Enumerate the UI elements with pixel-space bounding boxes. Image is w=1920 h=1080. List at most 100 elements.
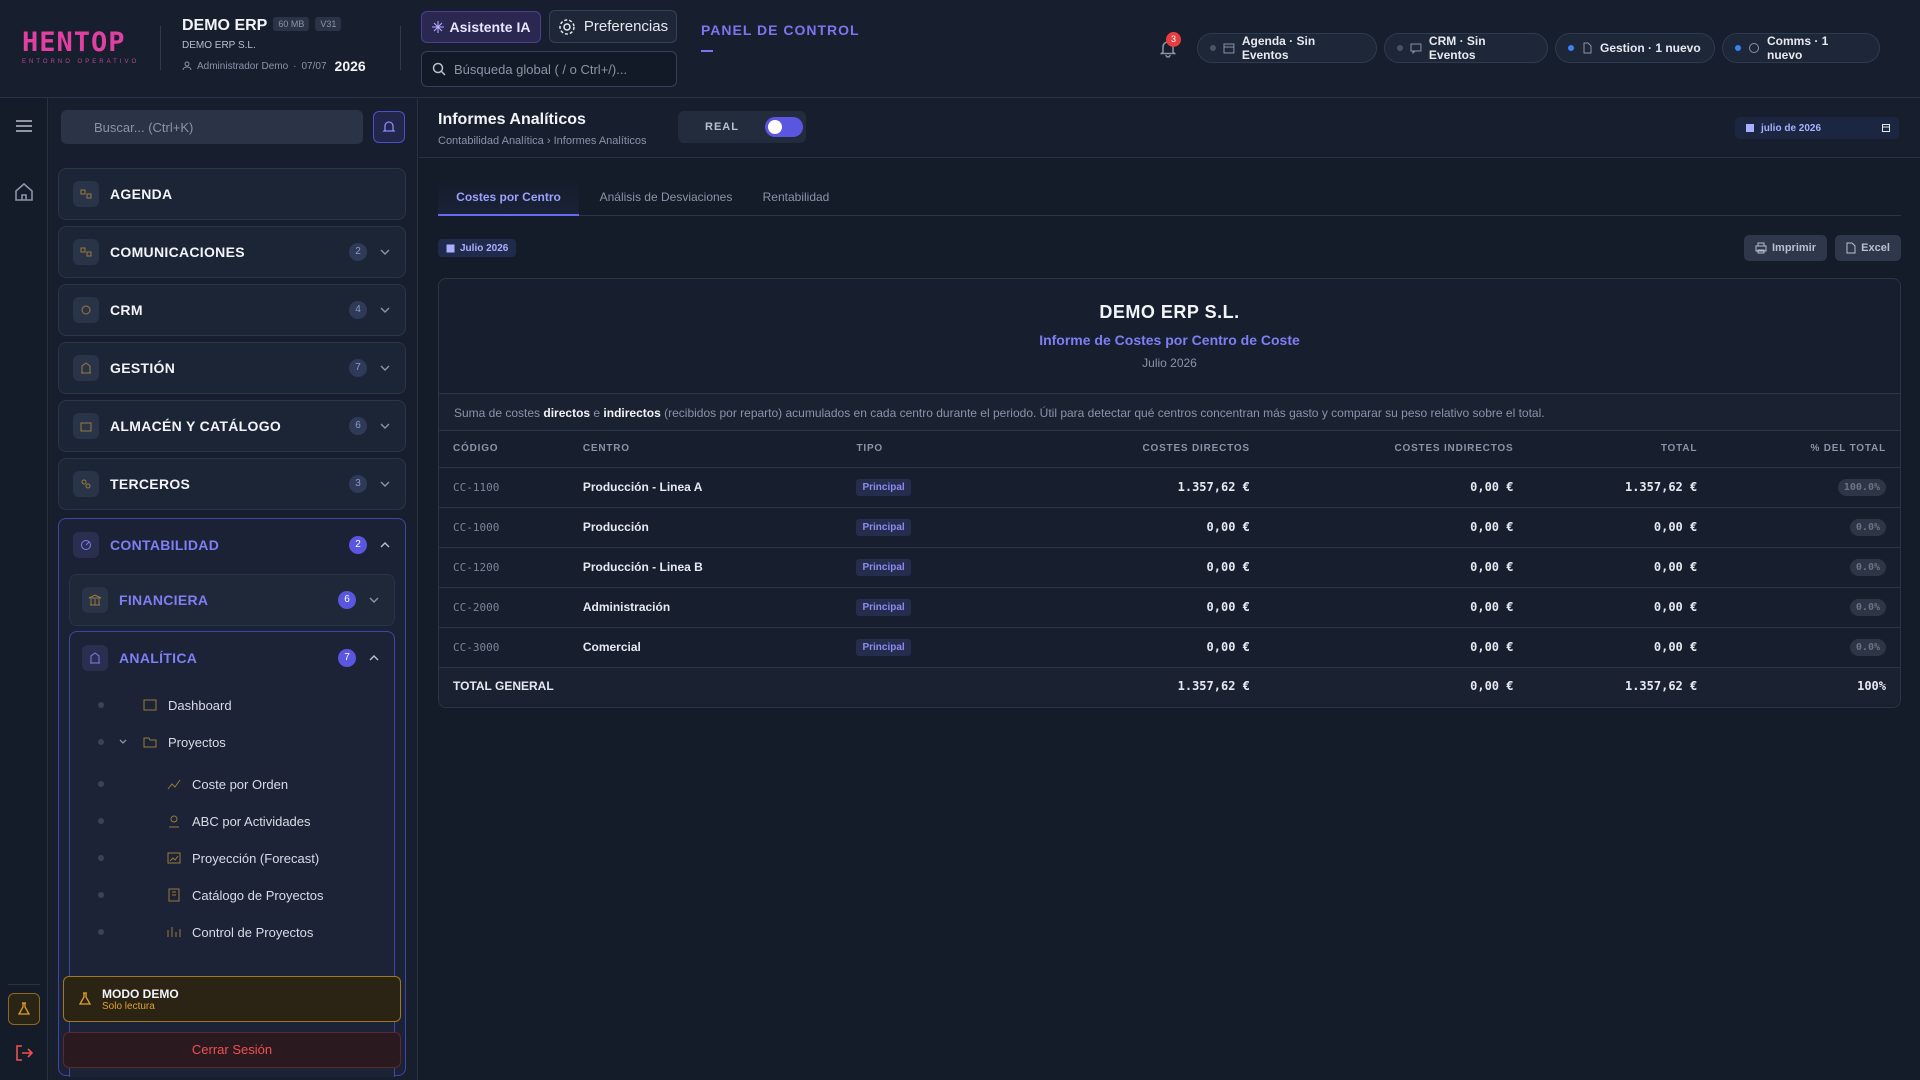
notifications-count-badge: 3 xyxy=(1166,32,1181,47)
comms-status-label: Comms · 1 nuevo xyxy=(1767,34,1829,62)
separator: · xyxy=(293,60,297,72)
bell-icon xyxy=(382,121,396,132)
breadcrumb-current: Informes Analíticos xyxy=(553,135,647,147)
sidebar-item-agenda[interactable]: AGENDA xyxy=(58,168,406,220)
type-badge: Principal xyxy=(856,598,911,616)
table-row[interactable]: CC-1200 Producción - Linea B Principal 0,00… xyxy=(439,547,1900,588)
status-dot xyxy=(1397,45,1403,51)
nav-forecast[interactable]: Proyección (Forecast) xyxy=(70,843,394,873)
tab-rentabilidad[interactable]: Rentabilidad xyxy=(754,178,838,216)
nav-dashboard[interactable]: Dashboard xyxy=(70,690,394,720)
sidebar-notifications-button[interactable] xyxy=(373,111,405,143)
agenda-status-pill[interactable]: Agenda · Sin Eventos xyxy=(1197,33,1377,63)
sidebar-item-terceros[interactable]: TERCEROS 3 xyxy=(58,458,406,510)
table-row[interactable]: CC-2000 Administración Principal 0,00 €0,00… xyxy=(439,587,1900,628)
total-direct: 1.357,62 € xyxy=(976,666,1250,705)
home-icon[interactable] xyxy=(13,181,35,203)
module-icon xyxy=(73,297,99,323)
comms-status-pill[interactable]: Comms · 1 nuevo xyxy=(1722,33,1880,63)
forecast-icon xyxy=(167,852,181,864)
table-row[interactable]: CC-1100 Producción - Linea A Principal 1.35… xyxy=(439,467,1900,508)
control-panel-link[interactable]: PANEL DE CONTROL xyxy=(701,22,860,38)
cell-code: CC-1000 xyxy=(439,507,583,548)
building-icon xyxy=(82,645,108,671)
nav-abc-actividades[interactable]: ABC por Actividades xyxy=(70,806,394,836)
table-row[interactable]: CC-3000 Comercial Principal 0,00 €0,00 €0,0… xyxy=(439,627,1900,668)
month-picker[interactable]: julio de 2026 xyxy=(1735,117,1899,139)
sidebar: Buscar... (Ctrl+K) AGENDA COMUNICACIONES… xyxy=(49,98,418,1080)
chevron-up-icon xyxy=(369,655,379,661)
search-icon xyxy=(432,62,446,76)
chevron-up-icon xyxy=(380,542,390,548)
count-badge: 2 xyxy=(349,536,367,554)
global-search-input[interactable]: Búsqueda global ( / o Ctrl+/)... xyxy=(421,51,677,87)
agenda-status-label: Agenda · Sin Eventos xyxy=(1241,34,1316,62)
column-header: % DEL TOTAL xyxy=(1697,431,1900,468)
total-indirect: 0,00 € xyxy=(1249,666,1514,705)
bullet xyxy=(98,739,104,745)
sidebar-item-contabilidad[interactable]: CONTABILIDAD 2 xyxy=(59,519,405,571)
cell-direct: 0,00 € xyxy=(976,507,1250,548)
breadcrumb-parent[interactable]: Contabilidad Analítica xyxy=(438,135,544,147)
nav-catalogo-proyectos[interactable]: Catálogo de Proyectos xyxy=(70,880,394,910)
sidebar-item-gestion[interactable]: GESTIÓN 7 xyxy=(58,342,406,394)
nav-label: Coste por Orden xyxy=(192,776,289,792)
table-total-row: TOTAL GENERAL 1.357,62 € 0,00 € 1.357,62… xyxy=(439,666,1900,705)
column-header: TOTAL xyxy=(1513,431,1698,468)
app-logo[interactable]: HENTOP ENTORNO OPERATIVO xyxy=(22,28,144,66)
cell-indirect: 0,00 € xyxy=(1249,627,1514,668)
sidebar-item-crm[interactable]: CRM 4 xyxy=(58,284,406,336)
crm-status-pill[interactable]: CRM · Sin Eventos xyxy=(1384,33,1548,63)
cell-center: Administración xyxy=(582,587,857,628)
nav-coste-por-orden[interactable]: Coste por Orden xyxy=(70,769,394,799)
percent-badge: 0.0% xyxy=(1849,558,1886,576)
tab-desviaciones[interactable]: Análisis de Desviaciones xyxy=(592,178,740,216)
mode-toggle[interactable] xyxy=(764,117,803,137)
sidebar-item-comunicaciones[interactable]: COMUNICACIONES 2 xyxy=(58,226,406,278)
divider xyxy=(400,26,401,70)
logout-button[interactable]: Cerrar Sesión xyxy=(63,1032,401,1068)
calendar-icon xyxy=(1882,124,1890,132)
sidebar-search-input[interactable]: Buscar... (Ctrl+K) xyxy=(61,110,363,144)
excel-button[interactable]: Excel xyxy=(1835,235,1901,261)
sidebar-item-analitica[interactable]: ANALÍTICA 7 xyxy=(70,632,394,684)
sidebar-item-almacen[interactable]: ALMACÉN Y CATÁLOGO 6 xyxy=(58,400,406,452)
menu-icon[interactable] xyxy=(13,115,35,137)
preferences-button[interactable]: Preferencias xyxy=(549,10,677,43)
mode-label: REAL xyxy=(705,121,739,133)
logout-icon[interactable] xyxy=(13,1042,35,1064)
ai-assistant-label: Asistente IA xyxy=(449,19,531,35)
excel-label: Excel xyxy=(1861,242,1890,254)
cell-code: CC-1200 xyxy=(439,547,583,588)
table-row[interactable]: CC-1000 Producción Principal 0,00 €0,00 €0,… xyxy=(439,507,1900,548)
gestion-status-pill[interactable]: Gestion · 1 nuevo xyxy=(1555,33,1715,63)
cell-total: 0,00 € xyxy=(1513,507,1698,548)
chevron-down-icon xyxy=(380,249,390,255)
nav-control-proyectos[interactable]: Control de Proyectos xyxy=(70,917,394,947)
company-legal-name: DEMO ERP S.L. xyxy=(182,40,256,51)
nav-proyectos[interactable]: Proyectos xyxy=(70,727,394,757)
calendar-icon xyxy=(1223,43,1235,54)
nav-label: Catálogo de Proyectos xyxy=(192,887,324,903)
demo-mode-title: MODO DEMO xyxy=(102,986,179,1001)
cell-percent: 0.0% xyxy=(1697,507,1900,548)
print-button[interactable]: Imprimir xyxy=(1744,235,1827,261)
tab-costes-centro[interactable]: Costes por Centro xyxy=(438,178,579,216)
count-badge: 7 xyxy=(349,359,367,377)
gear-icon xyxy=(559,18,575,35)
control-icon xyxy=(167,927,181,937)
percent-badge: 0.0% xyxy=(1849,638,1886,656)
cell-center: Producción - Linea B xyxy=(582,547,857,588)
cell-type: Principal xyxy=(856,627,977,668)
demo-mode-icon-button[interactable] xyxy=(8,993,40,1025)
user-name: Administrador Demo xyxy=(197,60,289,72)
sidebar-item-financiera[interactable]: FINANCIERA 6 xyxy=(69,574,395,626)
cell-indirect: 0,00 € xyxy=(1249,587,1514,628)
module-icon xyxy=(73,239,99,265)
type-badge: Principal xyxy=(856,558,911,576)
current-year: 2026 xyxy=(334,58,366,74)
chat-icon xyxy=(1410,43,1422,54)
mode-switch[interactable]: REAL xyxy=(678,111,806,143)
cell-percent: 0.0% xyxy=(1697,547,1900,588)
ai-assistant-button[interactable]: Asistente IA xyxy=(421,11,541,43)
